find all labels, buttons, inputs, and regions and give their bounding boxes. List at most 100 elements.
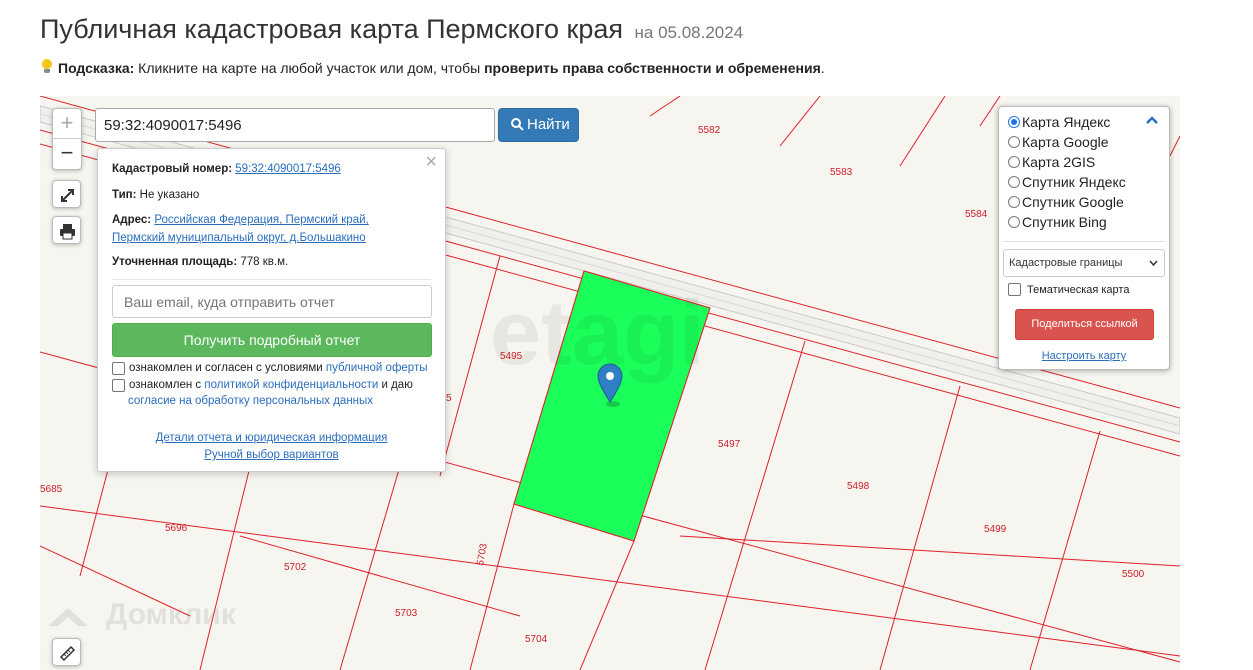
share-link-button[interactable]: Поделиться ссылкой (1015, 309, 1154, 340)
offer-consent-label: ознакомлен и согласен с условиями (129, 362, 326, 374)
manual-selection-link[interactable]: Ручной выбор вариантов (204, 449, 338, 461)
overlay-select-value: Кадастровые границы (1009, 257, 1123, 269)
parcel-label-5498: 5498 (847, 481, 870, 492)
address-link-line2[interactable]: Пермский муниципальный округ, д.Большаки… (112, 232, 366, 244)
parcel-label-5584: 5584 (965, 209, 988, 220)
hint-label: Подсказка: (58, 60, 135, 76)
layer-label: Спутник Bing (1022, 214, 1107, 230)
search-icon (511, 118, 524, 131)
layer-option-google-map[interactable]: Карта Google (1008, 134, 1109, 150)
radio-selected-icon[interactable] (1008, 116, 1020, 128)
hint-bold-text: проверить права собственности и обремене… (484, 60, 821, 76)
privacy-consent-label: ознакомлен с (129, 379, 205, 391)
type-row: Тип: Не указано (112, 189, 199, 201)
address-row: Адрес: Российская Федерация, Пермский кр… (112, 214, 369, 226)
close-icon[interactable]: × (425, 151, 437, 173)
address-link-line1[interactable]: Российская Федерация, Пермский край, (154, 214, 368, 226)
overlay-select[interactable]: Кадастровые границы (1003, 249, 1165, 277)
privacy-policy-link[interactable]: политикой конфиденциальности (204, 379, 378, 391)
offer-consent-text: ознакомлен и согласен с условиями публич… (129, 362, 427, 374)
domclick-watermark: Домклик (48, 598, 237, 631)
cadastral-number-label: Кадастровый номер: (112, 163, 233, 175)
zoom-out-button[interactable]: − (53, 139, 81, 169)
etagi-watermark: etagi (490, 282, 705, 384)
area-value: 778 кв.м. (240, 256, 289, 268)
layers-divider (1003, 241, 1165, 242)
personal-data-consent-link[interactable]: согласие на обработку персональных данны… (128, 395, 373, 407)
radio-icon[interactable] (1008, 136, 1020, 148)
privacy-consent-checkbox[interactable] (112, 379, 125, 392)
expand-icon (61, 189, 74, 202)
search-button[interactable]: Найти (498, 108, 579, 142)
details-row: Детали отчета и юридическая информация (98, 432, 445, 444)
parcel-label-5704: 5704 (525, 634, 548, 645)
address-label: Адрес: (112, 214, 152, 226)
privacy-consent-tail: и даю (378, 379, 413, 391)
layer-label: Карта 2GIS (1022, 154, 1096, 170)
get-report-button[interactable]: Получить подробный отчет (112, 323, 432, 357)
parcel-label-5582: 5582 (698, 125, 721, 136)
divider (112, 279, 431, 280)
address-row-2: Пермский муниципальный округ, д.Большаки… (112, 232, 366, 244)
layer-label: Спутник Google (1022, 194, 1124, 210)
personal-data-row: согласие на обработку персональных данны… (128, 395, 373, 407)
offer-consent-checkbox[interactable] (112, 362, 125, 375)
fullscreen-button[interactable] (52, 180, 81, 208)
search-button-label: Найти (527, 116, 570, 133)
zoom-control: + − (52, 108, 82, 170)
layer-option-bing-satellite[interactable]: Спутник Bing (1008, 214, 1107, 230)
page-title: Публичная кадастровая карта Пермского кр… (40, 14, 743, 45)
radio-icon[interactable] (1008, 216, 1020, 228)
thematic-map-checkbox[interactable] (1008, 283, 1021, 296)
parcel-label-5583: 5583 (830, 167, 853, 178)
layer-option-2gis-map[interactable]: Карта 2GIS (1008, 154, 1095, 170)
parcel-label-5500: 5500 (1122, 569, 1145, 580)
thematic-map-option[interactable]: Тематическая карта (1008, 283, 1129, 296)
public-offer-link[interactable]: публичной оферты (326, 362, 428, 374)
report-details-link[interactable]: Детали отчета и юридическая информация (156, 432, 388, 444)
parcel-info-panel: × Кадастровый номер: 59:32:4090017:5496 … (97, 148, 446, 472)
zoom-in-button[interactable]: + (53, 109, 81, 139)
page-date: на 05.08.2024 (634, 23, 744, 42)
layer-option-google-satellite[interactable]: Спутник Google (1008, 194, 1124, 210)
privacy-consent-text: ознакомлен с политикой конфиденциальност… (129, 379, 413, 391)
domclick-text: Домклик (106, 598, 237, 631)
layer-label: Спутник Яндекс (1022, 174, 1126, 190)
hint-line: Подсказка: Кликните на карте на любой уч… (40, 59, 825, 76)
radio-icon[interactable] (1008, 156, 1020, 168)
hint-text: Кликните на карте на любой участок или д… (134, 60, 485, 76)
radio-icon[interactable] (1008, 176, 1020, 188)
email-field[interactable] (112, 285, 432, 318)
parcel-label-5702: 5702 (284, 562, 307, 573)
parcel-label-5495: 5495 (500, 351, 523, 362)
ruler-button[interactable] (52, 638, 81, 666)
manual-row: Ручной выбор вариантов (98, 449, 445, 461)
parcel-label-5499: 5499 (984, 524, 1007, 535)
layer-option-yandex-satellite[interactable]: Спутник Яндекс (1008, 174, 1126, 190)
layer-option-yandex-map[interactable]: Карта Яндекс (1008, 114, 1110, 130)
layer-label: Карта Google (1022, 134, 1109, 150)
parcel-label-5703-vertical: 5703 (475, 542, 490, 566)
cadastral-number-row: Кадастровый номер: 59:32:4090017:5496 (112, 163, 341, 175)
print-icon (60, 224, 75, 240)
cadastral-number-link[interactable]: 59:32:4090017:5496 (235, 163, 341, 175)
cadastral-search-input[interactable] (95, 108, 495, 142)
configure-map-link[interactable]: Настроить карту (999, 350, 1169, 362)
radio-icon[interactable] (1008, 196, 1020, 208)
lightbulb-icon (40, 59, 54, 75)
layers-panel: Карта Яндекс Карта Google Карта 2GIS Спу… (998, 106, 1170, 370)
chevron-up-icon[interactable] (1145, 115, 1159, 125)
print-button[interactable] (52, 216, 81, 244)
parcel-label-5497: 5497 (718, 439, 741, 450)
parcel-label-partial: 5 (446, 393, 452, 404)
parcel-label-5685: 5685 (40, 484, 63, 495)
page-title-text: Публичная кадастровая карта Пермского кр… (40, 14, 623, 44)
type-value: Не указано (139, 189, 200, 201)
chevron-down-icon (1149, 260, 1158, 266)
area-label: Уточненная площадь: (112, 256, 238, 268)
layer-label: Карта Яндекс (1022, 114, 1111, 130)
cadastral-map[interactable]: etagi 5582 5583 5584 5495 5497 5498 5499… (40, 96, 1180, 670)
parcel-label-5703: 5703 (395, 608, 418, 619)
area-row: Уточненная площадь: 778 кв.м. (112, 256, 288, 268)
ruler-icon (59, 645, 76, 662)
